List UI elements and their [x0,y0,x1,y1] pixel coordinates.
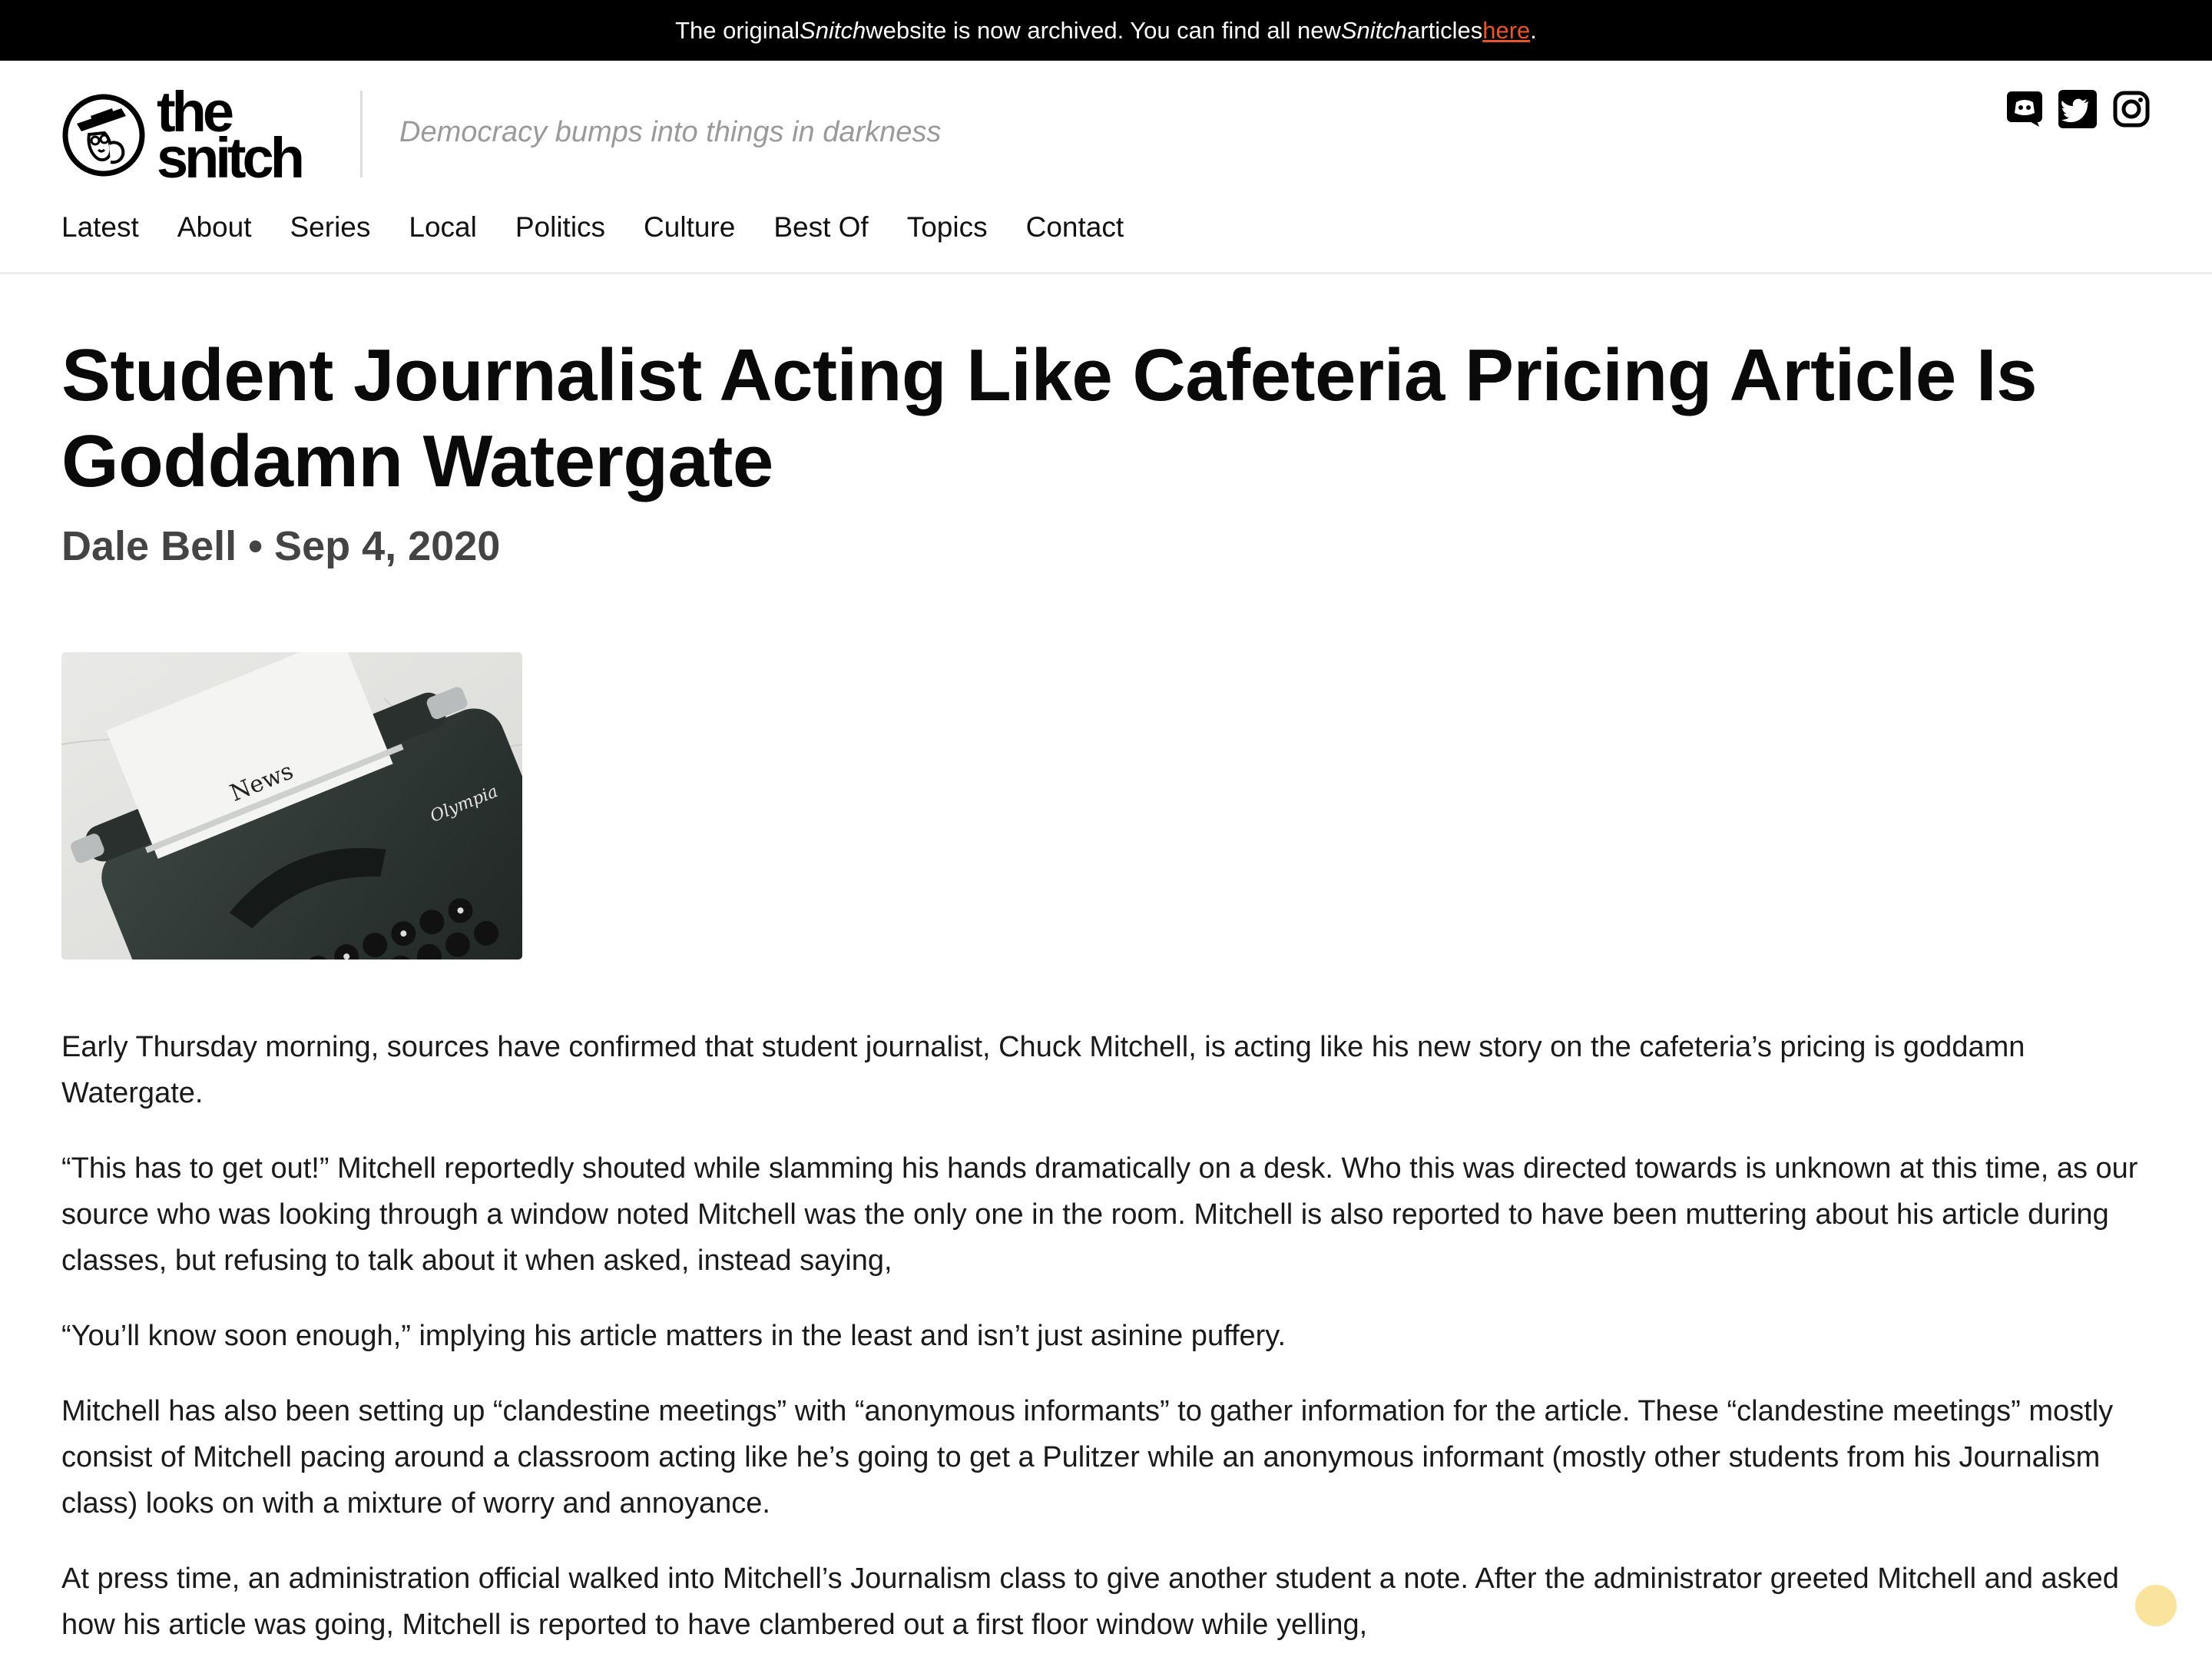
nav-item-series[interactable]: Series [290,211,371,244]
article-title: Student Journalist Acting Like Cafeteria… [61,334,2037,502]
article-hero-image: News Olympia [61,652,522,959]
twitter-icon[interactable] [2058,90,2097,128]
site-header: the snitch Democracy bumps into things i… [0,61,2212,274]
site-logo[interactable]: the snitch [61,84,338,190]
nav-item-politics[interactable]: Politics [515,211,605,244]
banner-text: The original [675,16,800,44]
byline-separator: • [248,523,263,569]
main-nav: Latest About Series Local Politics Cultu… [61,206,1162,249]
nav-item-local[interactable]: Local [409,211,476,244]
article-author: Dale Bell [61,523,237,569]
article-paragraph: “You’ll know soon enough,” implying his … [61,1320,1286,1352]
logo-wordmark: the snitch [157,84,305,190]
nav-item-latest[interactable]: Latest [61,211,139,244]
banner-text: website is now archived. You can find al… [866,16,1341,44]
typewriter-image: News Olympia [61,652,522,959]
snitch-logo-icon [62,94,145,177]
nav-item-culture[interactable]: Culture [644,211,735,244]
logo-line-2: snitch [157,126,305,190]
archive-banner: The original ​Snitch website is now arch… [0,0,2212,61]
banner-text: articles [1407,16,1483,44]
article-body: Early Thursday morning, sources have con… [61,1024,2151,1677]
banner-site-name: Snitch [800,16,866,44]
article-paragraph: At press time, an administration officia… [61,1563,2119,1641]
nav-item-best-of[interactable]: Best Of [773,211,868,244]
discord-icon[interactable] [2005,90,2044,128]
nav-item-contact[interactable]: Contact [1026,211,1124,244]
article-paragraph: Mitchell has also been setting up “cland… [61,1395,2114,1520]
banner-here-link[interactable]: here [1482,17,1530,45]
article-paragraph: Early Thursday morning, sources have con… [61,1031,2025,1109]
banner-site-name: Snitch [1340,16,1408,44]
nav-item-topics[interactable]: Topics [907,211,988,244]
site-tagline: Democracy bumps into things in darkness [399,116,942,148]
article-byline: Dale Bell • Sep 4, 2020 [61,522,500,570]
instagram-icon[interactable] [2112,90,2151,128]
nav-item-about[interactable]: About [177,211,252,244]
header-divider [360,91,363,177]
article-paragraph: “This has to get out!” Mitchell reported… [61,1152,2138,1277]
floating-action-button[interactable] [2135,1585,2177,1626]
article-date: Sep 4, 2020 [274,523,501,569]
banner-text: . [1530,16,1537,44]
